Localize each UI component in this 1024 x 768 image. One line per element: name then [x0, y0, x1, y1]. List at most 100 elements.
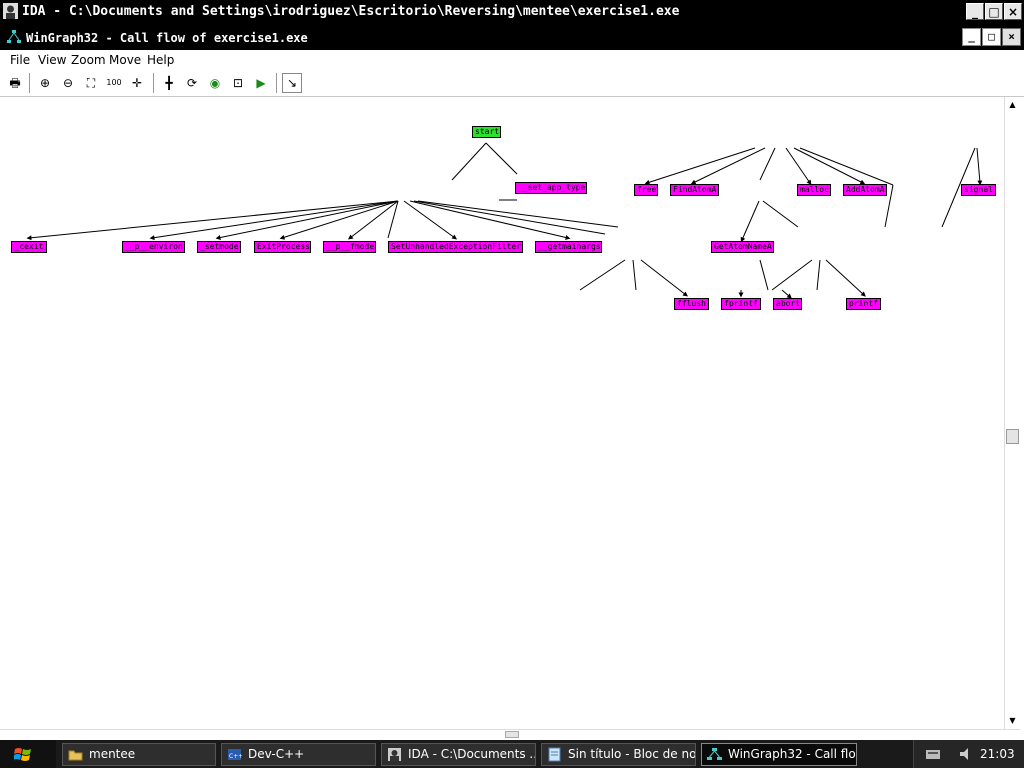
- layout-icon[interactable]: ◉: [205, 73, 225, 93]
- zoom-in-icon[interactable]: ⊕: [35, 73, 55, 93]
- center-icon[interactable]: ✛: [127, 73, 147, 93]
- wingraph-window-title: WinGraph32 - Call flow of exercise1.exe: [26, 31, 308, 45]
- graph-edge: [451, 142, 487, 181]
- task-wingraph[interactable]: WinGraph32 - Call flo...: [701, 743, 857, 766]
- menu-view[interactable]: View: [38, 53, 66, 67]
- toolbar-separator: [153, 73, 154, 93]
- graph-edge: [690, 147, 766, 185]
- graph-node-findatoma[interactable]: FindAtomA: [670, 184, 719, 196]
- ida-icon: [388, 748, 401, 761]
- speaker-icon[interactable]: [958, 746, 974, 762]
- wingraph-minimize-button[interactable]: _: [962, 28, 981, 46]
- wingraph-icon: [707, 748, 722, 760]
- rotate-icon[interactable]: ⟳: [182, 73, 202, 93]
- graph-edge: [759, 147, 776, 181]
- graph-node-p-environ[interactable]: __p__environ: [122, 241, 185, 253]
- graph-node-set-app-type[interactable]: __set_app_type: [515, 182, 587, 194]
- zoom-100-icon[interactable]: 100: [104, 73, 124, 93]
- task-label: Dev-C++: [248, 747, 305, 761]
- taskbar: mentee C++ Dev-C++ IDA - C:\Documents ..…: [0, 740, 1024, 768]
- clock: 21:03: [980, 747, 1015, 761]
- north-icon[interactable]: ╋: [159, 73, 179, 93]
- follow-edge-icon[interactable]: ↘: [282, 73, 302, 93]
- graph-node-getatomnamea[interactable]: GetAtomNameA: [711, 241, 774, 253]
- ida-restore-button[interactable]: □: [985, 3, 1003, 20]
- fisheye-icon[interactable]: ⊡: [228, 73, 248, 93]
- graph-node-setunhandledexceptionfilter[interactable]: SetUnhandledExceptionFilter: [388, 241, 523, 253]
- horizontal-scroll-thumb[interactable]: [505, 731, 519, 738]
- vertical-scrollbar[interactable]: ▲ ▼: [1004, 97, 1021, 731]
- graph-edge: [825, 259, 866, 297]
- graph-node-malloc[interactable]: malloc: [797, 184, 831, 196]
- graph-node-addatoma[interactable]: AddAtomA: [843, 184, 887, 196]
- graph-node-start[interactable]: start: [472, 126, 501, 138]
- wingraph-close-button[interactable]: ×: [1002, 28, 1021, 46]
- graph-edge: [640, 259, 688, 297]
- graph-edge: [816, 259, 821, 291]
- graph-node-exitprocess[interactable]: ExitProcess: [254, 241, 311, 253]
- graph-node-signal[interactable]: signal: [961, 184, 996, 196]
- print-icon[interactable]: 🖶: [5, 73, 25, 93]
- task-ida[interactable]: IDA - C:\Documents ...: [381, 743, 536, 766]
- graph-edge: [793, 147, 866, 185]
- graph-canvas[interactable]: start __set_app_type free FindAtomA mall…: [0, 97, 1004, 729]
- system-tray: 21:03: [913, 740, 1024, 768]
- graph-edge: [215, 200, 399, 240]
- ida-icon: [3, 3, 18, 19]
- graph-edge: [149, 200, 399, 241]
- task-label: IDA - C:\Documents ...: [408, 747, 536, 761]
- vertical-scroll-thumb[interactable]: [1006, 429, 1019, 444]
- graph-edge: [799, 147, 894, 186]
- menu-zoom[interactable]: Zoom: [71, 53, 106, 67]
- start-button[interactable]: [0, 740, 56, 768]
- zoom-out-icon[interactable]: ⊖: [58, 73, 78, 93]
- ida-minimize-button[interactable]: _: [966, 3, 984, 20]
- graph-node-fflush[interactable]: fflush: [674, 298, 709, 310]
- wingraph-titlebar[interactable]: WinGraph32 - Call flow of exercise1.exe …: [0, 23, 1024, 50]
- graph-node-printf[interactable]: printf: [846, 298, 881, 310]
- graph-node-free[interactable]: free: [634, 184, 658, 196]
- task-devcpp[interactable]: C++ Dev-C++: [221, 743, 376, 766]
- keyboard-icon[interactable]: [926, 748, 940, 760]
- ida-close-button[interactable]: ×: [1004, 3, 1022, 20]
- toolbar-separator: [29, 73, 30, 93]
- toolbar: 🖶 ⊕ ⊖ ⛶ 100 ✛ ╋ ⟳ ◉ ⊡ ▶ ↘: [0, 70, 1024, 97]
- next-node-icon[interactable]: ▶: [251, 73, 271, 93]
- graph-node-fprintf[interactable]: fprintf: [721, 298, 761, 310]
- graph-edge: [762, 200, 799, 228]
- horizontal-scrollbar[interactable]: [0, 729, 1020, 740]
- graph-edge: [387, 200, 399, 239]
- wingraph-maximize-button[interactable]: □: [982, 28, 1001, 46]
- graph-edge: [632, 259, 637, 291]
- graph-edge: [976, 147, 983, 186]
- scroll-up-icon[interactable]: ▲: [1007, 99, 1018, 110]
- graph-edge: [740, 200, 760, 243]
- graph-node-abort[interactable]: abort: [773, 298, 802, 310]
- graph-node-setmode[interactable]: _setmode: [197, 241, 241, 253]
- task-mentee[interactable]: mentee: [62, 743, 216, 766]
- wingraph-icon: [7, 30, 21, 43]
- graph-edge: [785, 147, 812, 186]
- task-label: WinGraph32 - Call flo...: [728, 747, 857, 761]
- task-label: mentee: [89, 747, 136, 761]
- menu-file[interactable]: File: [10, 53, 30, 67]
- folder-icon: [68, 750, 83, 761]
- svg-text:C++: C++: [229, 753, 242, 760]
- graph-edge: [417, 200, 619, 228]
- ida-window-title: IDA - C:\Documents and Settings\irodrigu…: [22, 4, 680, 19]
- graph-node-getmainargs[interactable]: __getmainargs: [535, 241, 602, 253]
- graph-edge: [771, 259, 813, 291]
- fit-window-icon[interactable]: ⛶: [81, 73, 101, 93]
- task-label: Sin título - Bloc de notas: [568, 747, 696, 761]
- scroll-down-icon[interactable]: ▼: [1007, 715, 1018, 726]
- graph-edge: [409, 200, 571, 240]
- graph-edge: [781, 289, 792, 299]
- graph-node-p-fmode[interactable]: __p__fmode: [323, 241, 376, 253]
- notepad-icon: [548, 747, 561, 762]
- menu-move[interactable]: Move: [109, 53, 141, 67]
- ida-titlebar[interactable]: IDA - C:\Documents and Settings\irodrigu…: [0, 0, 1024, 23]
- task-notepad[interactable]: Sin título - Bloc de notas: [541, 743, 696, 766]
- graph-edge: [26, 200, 399, 241]
- graph-node-cexit[interactable]: _cexit: [11, 241, 47, 253]
- menu-help[interactable]: Help: [147, 53, 174, 67]
